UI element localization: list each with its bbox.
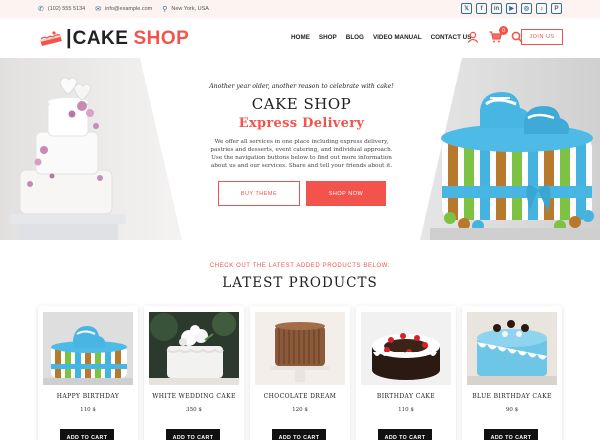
hero-tagline: Another year older, another reason to ce… bbox=[209, 83, 394, 90]
phone-text: (102) 555 5134 bbox=[47, 6, 86, 12]
tiktok-icon[interactable]: ♪ bbox=[536, 3, 547, 14]
social-links: 𝕏 f in ▶ ◎ ♪ P bbox=[461, 3, 562, 14]
product-price: 110 $ bbox=[398, 407, 414, 413]
main-nav: HOME SHOP BLOG VIDEO MANUAL CONTACT US bbox=[291, 34, 471, 41]
chocolate-dream-cake-image bbox=[255, 312, 345, 385]
hero-text: Another year older, another reason to ce… bbox=[200, 58, 403, 170]
site-logo[interactable]: | CAKE SHOP bbox=[38, 27, 189, 50]
nav-blog[interactable]: BLOG bbox=[346, 34, 364, 41]
linkedin-icon[interactable]: in bbox=[491, 3, 502, 14]
product-name[interactable]: BIRTHDAY CAKE bbox=[356, 393, 456, 400]
hero-title: CAKE SHOP bbox=[251, 95, 352, 113]
email-text: info@example.com bbox=[105, 6, 153, 12]
pinterest-icon[interactable]: P bbox=[551, 3, 562, 14]
nav-shop[interactable]: SHOP bbox=[319, 34, 337, 41]
instagram-icon[interactable]: ◎ bbox=[521, 3, 532, 14]
logo-text-cake: CAKE bbox=[72, 27, 129, 49]
envelope-icon: ✉ bbox=[95, 6, 102, 13]
add-to-cart-button[interactable]: ADD TO CART bbox=[272, 429, 326, 440]
product-name[interactable]: BLUE BIRTHDAY CAKE bbox=[462, 393, 562, 400]
site-header: | CAKE SHOP HOME SHOP BLOG VIDEO MANUAL … bbox=[0, 18, 600, 58]
blue-birthday-cake-image bbox=[467, 312, 557, 385]
phone-info[interactable]: ✆ (102) 555 5134 bbox=[38, 5, 85, 13]
cart-icon[interactable]: 0 bbox=[488, 26, 508, 44]
product-card[interactable]: WHITE WEDDING CAKE 350 $ ADD TO CART bbox=[144, 306, 244, 440]
birthday-cake-image bbox=[361, 312, 451, 385]
cake-slice-icon bbox=[40, 30, 62, 46]
add-to-cart-button[interactable]: ADD TO CART bbox=[60, 429, 114, 440]
section-kicker: CHECK OUT THE LATEST ADDED PRODUCTS BELO… bbox=[209, 263, 391, 269]
hero-description: We offer all services in one place inclu… bbox=[210, 139, 393, 169]
user-icon[interactable] bbox=[466, 30, 480, 44]
logo-text-shop: SHOP bbox=[133, 27, 190, 49]
product-card[interactable]: CHOCOLATE DREAM 120 $ ADD TO CART bbox=[250, 306, 350, 440]
top-bar: ✆ (102) 555 5134 ✉ info@example.com ⚲ Ne… bbox=[0, 0, 600, 18]
product-card[interactable]: BIRTHDAY CAKE 110 $ ADD TO CART bbox=[356, 306, 456, 440]
product-name[interactable]: WHITE WEDDING CAKE bbox=[144, 393, 244, 400]
header-icons: 0 bbox=[466, 26, 524, 44]
section-title: LATEST PRODUCTS bbox=[222, 275, 378, 291]
hero-section: Another year older, another reason to ce… bbox=[0, 58, 600, 240]
map-pin-icon: ⚲ bbox=[162, 6, 168, 13]
product-name[interactable]: HAPPY BIRTHDAY bbox=[38, 393, 138, 400]
product-price: 90 $ bbox=[505, 407, 519, 413]
baby-shoes-cake-image bbox=[420, 58, 600, 240]
shop-now-button[interactable]: SHOP NOW bbox=[306, 181, 386, 206]
logo-divider: | bbox=[66, 27, 72, 49]
facebook-icon[interactable]: f bbox=[476, 3, 487, 14]
join-us-button[interactable]: JOIN US bbox=[521, 29, 563, 45]
happy-birthday-cake-image bbox=[43, 312, 133, 385]
location-text: New York, USA bbox=[171, 6, 209, 12]
cart-count-badge: 0 bbox=[499, 26, 508, 35]
buy-theme-button[interactable]: BUY THEME bbox=[218, 181, 300, 206]
nav-video-manual[interactable]: VIDEO MANUAL bbox=[373, 34, 422, 41]
nav-home[interactable]: HOME bbox=[291, 34, 310, 41]
white-wedding-cake-image bbox=[149, 312, 239, 385]
add-to-cart-button[interactable]: ADD TO CART bbox=[166, 429, 220, 440]
product-price: 350 $ bbox=[186, 407, 202, 413]
latest-products-section: CHECK OUT THE LATEST ADDED PRODUCTS BELO… bbox=[0, 240, 600, 440]
product-name[interactable]: CHOCOLATE DREAM bbox=[250, 393, 350, 400]
product-grid: HAPPY BIRTHDAY 110 $ ADD TO CART WHITE W… bbox=[38, 306, 562, 440]
x-icon[interactable]: 𝕏 bbox=[461, 3, 472, 14]
product-card[interactable]: HAPPY BIRTHDAY 110 $ ADD TO CART bbox=[38, 306, 138, 440]
location-info: ⚲ New York, USA bbox=[162, 5, 209, 13]
phone-icon: ✆ bbox=[38, 6, 44, 13]
hero-subtitle: Express Delivery bbox=[238, 116, 365, 131]
youtube-icon[interactable]: ▶ bbox=[506, 3, 517, 14]
add-to-cart-button[interactable]: ADD TO CART bbox=[484, 429, 538, 440]
wedding-cake-image bbox=[0, 58, 182, 240]
hero-buttons: BUY THEME SHOP NOW bbox=[218, 181, 386, 206]
product-price: 110 $ bbox=[80, 407, 96, 413]
product-card[interactable]: BLUE BIRTHDAY CAKE 90 $ ADD TO CART bbox=[462, 306, 562, 440]
add-to-cart-button[interactable]: ADD TO CART bbox=[378, 429, 432, 440]
product-price: 120 $ bbox=[292, 407, 308, 413]
email-info[interactable]: ✉ info@example.com bbox=[95, 5, 152, 13]
